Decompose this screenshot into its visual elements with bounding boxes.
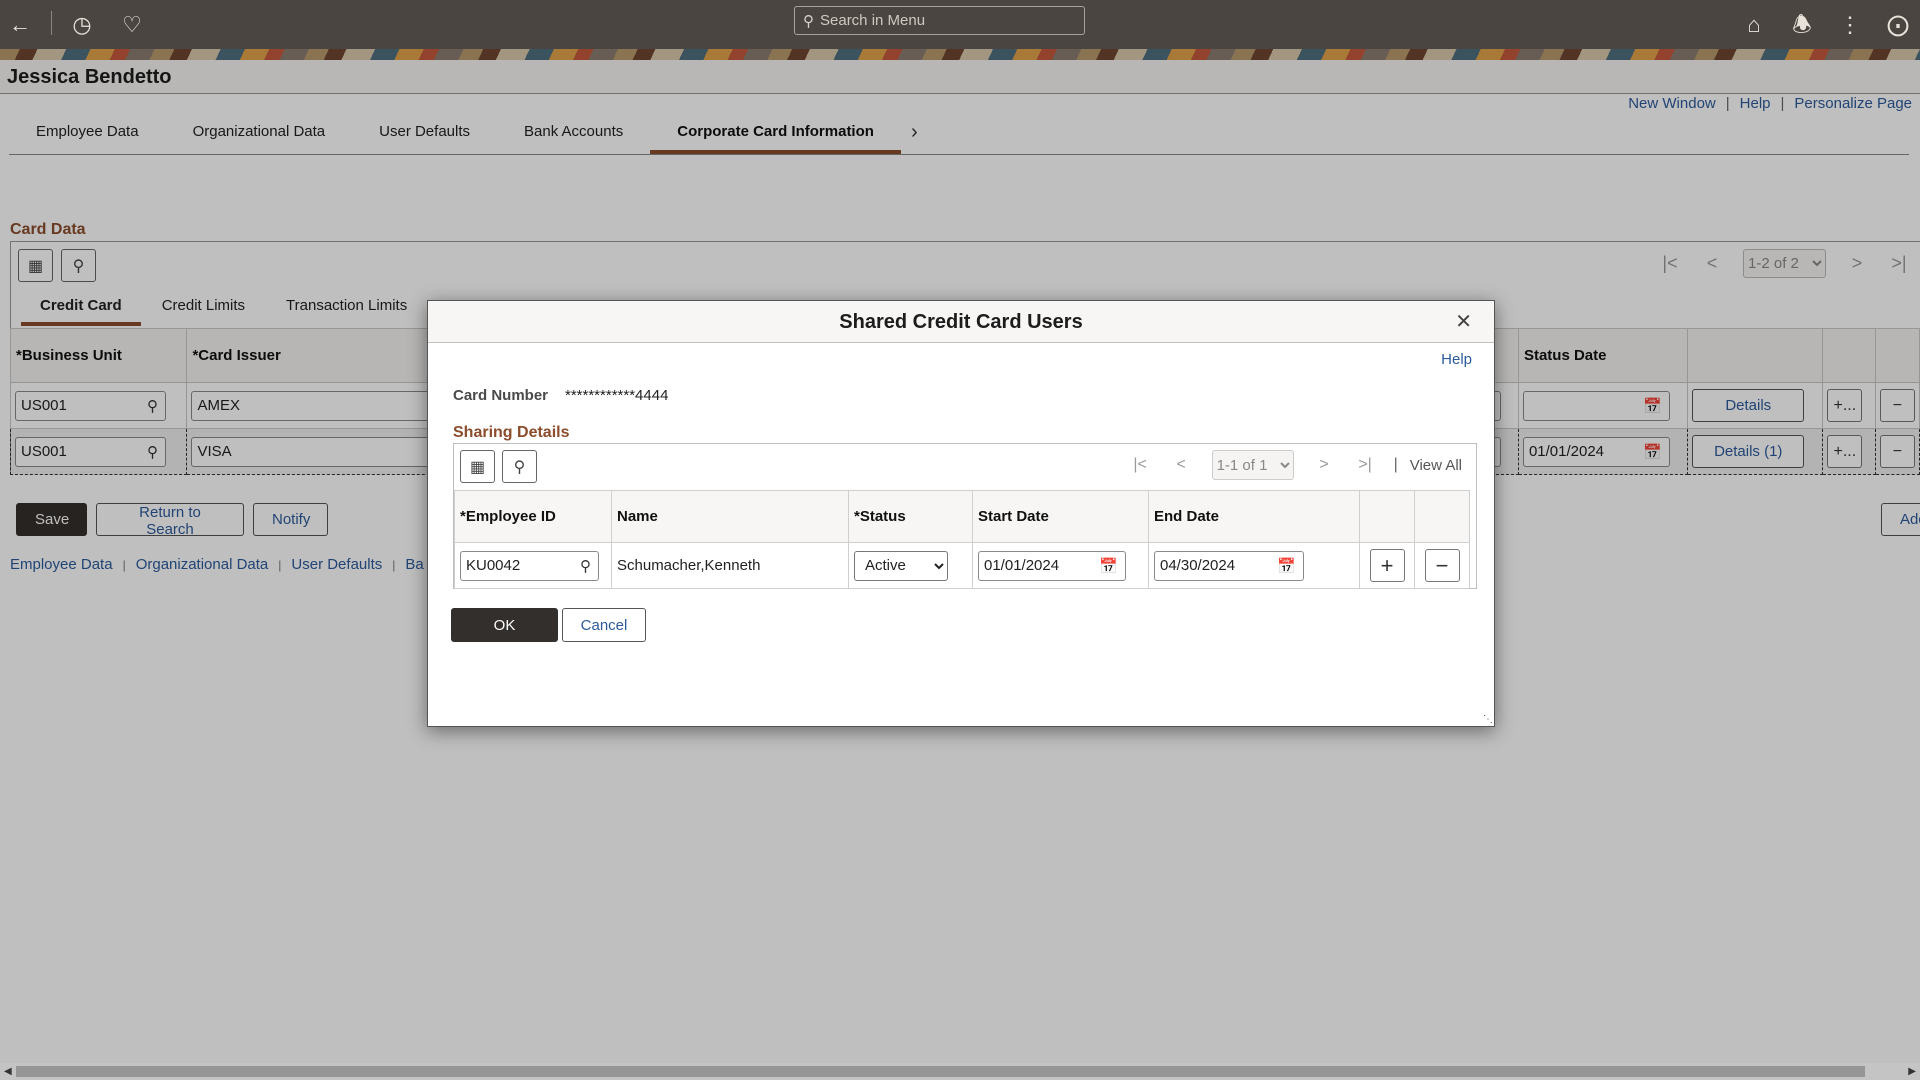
resize-handle-icon[interactable]: ⋱ bbox=[1483, 715, 1493, 725]
scroll-left-arrow[interactable]: ◀ bbox=[4, 1063, 12, 1080]
card-number-value: ************4444 bbox=[565, 387, 669, 404]
start-date-field[interactable]: 01/01/2024 📅 bbox=[978, 550, 1126, 581]
clock-icon[interactable]: ◷ bbox=[67, 0, 97, 49]
col-start-date: Start Date bbox=[972, 490, 1149, 543]
grid-header-row: *Employee ID Name *Status Start Date End… bbox=[454, 490, 1470, 543]
horizontal-scrollbar[interactable]: ◀ ▶ bbox=[0, 1063, 1920, 1080]
dialog-help-link[interactable]: Help bbox=[1441, 351, 1472, 368]
col-delete bbox=[1414, 490, 1470, 543]
calendar-icon[interactable]: 📅 bbox=[1099, 557, 1118, 575]
row-range-select[interactable]: 1-1 of 1 bbox=[1211, 450, 1294, 480]
col-add bbox=[1359, 490, 1415, 543]
home-icon[interactable]: ⌂ bbox=[1739, 0, 1769, 49]
dialog-title: Shared Credit Card Users bbox=[839, 311, 1083, 333]
end-date-field[interactable]: 04/30/2024 📅 bbox=[1154, 550, 1304, 581]
bell-icon[interactable]: 🕭 bbox=[1787, 0, 1817, 49]
sharing-details-grid: *Employee ID Name *Status Start Date End… bbox=[454, 490, 1470, 589]
scroll-right-arrow[interactable]: ▶ bbox=[1908, 1063, 1916, 1080]
heart-icon[interactable]: ♡ bbox=[117, 0, 147, 49]
card-number-label: Card Number bbox=[453, 387, 549, 404]
close-icon[interactable]: ✕ bbox=[1455, 309, 1472, 334]
find-in-grid-icon[interactable]: ⚲ bbox=[502, 450, 537, 483]
next-page-icon[interactable]: > bbox=[1304, 456, 1345, 474]
personalize-grid-icon[interactable]: ▦ bbox=[460, 450, 495, 483]
sharing-details-title: Sharing Details bbox=[453, 424, 570, 441]
toolbar-divider bbox=[51, 11, 52, 35]
sharing-details-grid-frame: ▦ ⚲ |< < 1-1 of 1 > >| | View All *Emplo… bbox=[453, 443, 1477, 589]
sharing-details-pager: |< < 1-1 of 1 > >| | View All bbox=[1120, 450, 1462, 480]
first-page-icon[interactable]: |< bbox=[1120, 456, 1161, 474]
pager-separator: | bbox=[1393, 456, 1398, 473]
col-employee-id: *Employee ID bbox=[454, 490, 612, 543]
menu-search[interactable]: ⚲ bbox=[794, 6, 1085, 35]
delete-row-button[interactable]: − bbox=[1424, 549, 1460, 582]
shared-credit-card-users-dialog: Shared Credit Card Users ✕ Help Card Num… bbox=[427, 300, 1495, 727]
employee-name: Schumacher,Kenneth bbox=[611, 542, 849, 589]
ok-button[interactable]: OK bbox=[451, 608, 558, 642]
compass-icon[interactable]: ⨀ bbox=[1883, 0, 1913, 49]
search-icon: ⚲ bbox=[803, 12, 814, 30]
calendar-icon[interactable]: 📅 bbox=[1277, 557, 1296, 575]
sharing-details-toolbar: ▦ ⚲ |< < 1-1 of 1 > >| | View All bbox=[454, 444, 1476, 490]
last-page-icon[interactable]: >| bbox=[1345, 456, 1386, 474]
previous-page-icon[interactable]: < bbox=[1161, 456, 1202, 474]
col-status: *Status bbox=[848, 490, 973, 543]
employee-id-field[interactable]: KU0042 ⚲ bbox=[460, 550, 599, 581]
add-row-button[interactable]: + bbox=[1369, 549, 1405, 582]
col-end-date: End Date bbox=[1148, 490, 1360, 543]
table-row: KU0042 ⚲ Schumacher,Kenneth Active 01/01/… bbox=[454, 542, 1470, 589]
status-select[interactable]: Active bbox=[854, 550, 948, 581]
col-name: Name bbox=[611, 490, 849, 543]
scrollbar-thumb[interactable] bbox=[16, 1066, 1865, 1077]
menu-search-input[interactable] bbox=[820, 12, 1060, 29]
view-all-link[interactable]: View All bbox=[1410, 457, 1462, 474]
kebab-icon[interactable]: ⋮ bbox=[1835, 0, 1865, 49]
search-icon[interactable]: ⚲ bbox=[580, 557, 591, 575]
arrow-left-icon[interactable]: ← bbox=[5, 0, 35, 49]
cancel-button[interactable]: Cancel bbox=[562, 608, 646, 642]
